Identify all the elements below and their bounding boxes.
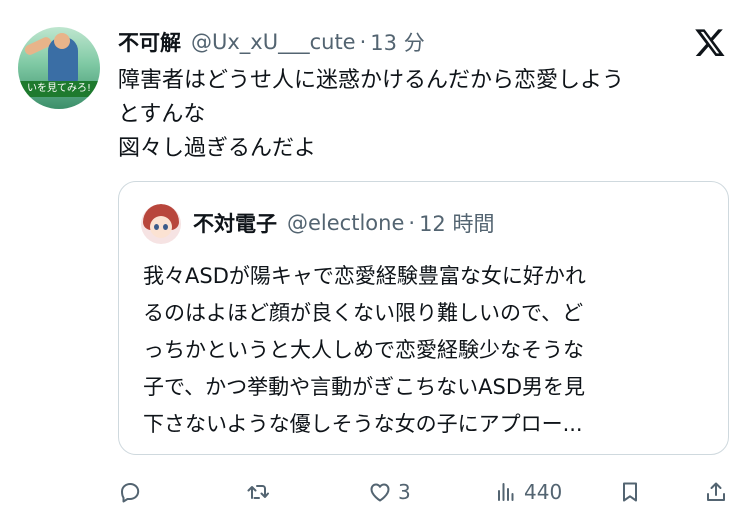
- like-count: 3: [398, 480, 411, 504]
- quoted-text-line: っちかというと大人しめで恋愛経験少なそうな: [143, 338, 584, 362]
- tweet-timestamp[interactable]: 13 分: [370, 27, 424, 57]
- x-logo-icon[interactable]: [694, 26, 726, 58]
- tweet-text-line: とすんな: [118, 102, 206, 127]
- quoted-header: 不対電子 @electlone · 12 時間: [193, 208, 494, 238]
- separator-dot: ·: [359, 30, 367, 54]
- quoted-author-avatar[interactable]: [141, 204, 181, 244]
- share-icon: [707, 482, 725, 501]
- quoted-text: 我々ASDが陽キャで恋愛経験豊富な女に好かれ るのはよほど顔が良くない限り難しい…: [143, 258, 713, 443]
- quoted-author-name[interactable]: 不対電子: [193, 208, 277, 238]
- avatar-caption: いを見てみろ!: [18, 81, 100, 97]
- quoted-timestamp[interactable]: 12 時間: [419, 208, 494, 238]
- views-icon: [498, 483, 514, 501]
- retweet-button[interactable]: [246, 474, 276, 510]
- quoted-text-line: 我々ASDが陽キャで恋愛経験豊富な女に好かれ: [143, 264, 586, 288]
- separator-dot: ·: [408, 211, 416, 235]
- avatar-eye: [163, 224, 168, 230]
- view-count: 440: [524, 480, 563, 504]
- like-button[interactable]: 3: [368, 474, 411, 510]
- bookmark-button[interactable]: [618, 474, 642, 510]
- reply-button[interactable]: [118, 474, 148, 510]
- tweet-text: 障害者はどうせ人に迷惑かけるんだから恋愛しよう とすんな 図々し過ぎるんだよ: [118, 64, 730, 166]
- quoted-author-handle[interactable]: @electlone: [287, 211, 404, 235]
- retweet-icon: [247, 485, 269, 499]
- author-handle[interactable]: @Ux_xU___cute: [191, 30, 356, 54]
- quoted-text-line: 子で、かつ挙動や言動がぎこちないASD男を見: [143, 375, 586, 399]
- heart-icon: [370, 483, 390, 502]
- author-avatar[interactable]: いを見てみろ!: [18, 27, 100, 109]
- views-button[interactable]: 440: [494, 474, 562, 510]
- quoted-tweet[interactable]: 不対電子 @electlone · 12 時間 我々ASDが陽キャで恋愛経験豊富…: [118, 181, 729, 455]
- quoted-text-line: るのはよほど顔が良くない限り難しいので、ど: [143, 301, 584, 325]
- author-name[interactable]: 不可解: [118, 27, 181, 57]
- avatar-head: [54, 33, 70, 49]
- bookmark-icon: [623, 482, 637, 502]
- action-bar: 3 440: [0, 474, 750, 510]
- quoted-text-line: 下さないような優しそうな女の子にアプロー...: [143, 412, 583, 436]
- tweet-text-line: 障害者はどうせ人に迷惑かけるんだから恋愛しよう: [118, 68, 625, 93]
- share-button[interactable]: [704, 474, 728, 510]
- tweet-header: 不可解 @Ux_xU___cute · 13 分: [118, 27, 425, 57]
- avatar-eye: [154, 224, 159, 230]
- reply-icon: [121, 483, 140, 503]
- tweet-text-line: 図々し過ぎるんだよ: [118, 136, 317, 161]
